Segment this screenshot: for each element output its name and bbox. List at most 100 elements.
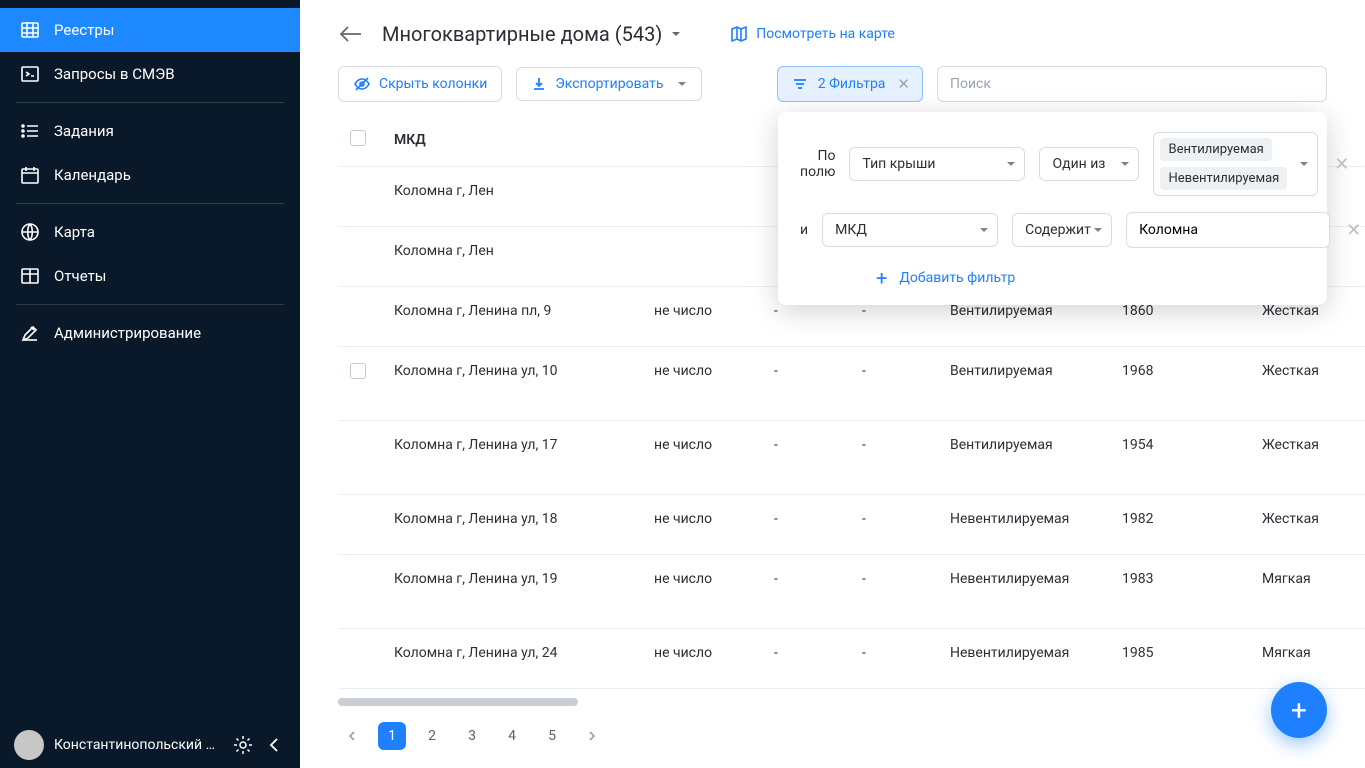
settings-icon[interactable] <box>232 734 254 756</box>
sidebar-item-registries[interactable]: Реестры <box>0 8 300 52</box>
export-label: Экспортировать <box>555 76 663 92</box>
clear-row-icon[interactable]: ✕ <box>1344 220 1363 241</box>
page-button[interactable]: 1 <box>378 722 406 750</box>
next-page-button[interactable] <box>578 722 606 750</box>
sidebar-item-label: Календарь <box>54 166 131 184</box>
and-label: и <box>800 222 808 238</box>
sidebar-footer: Константинопольский К. К. <box>0 722 300 768</box>
prev-page-button[interactable] <box>338 722 366 750</box>
divider <box>16 102 284 103</box>
sidebar-item-smev[interactable]: Запросы в СМЭВ <box>0 52 300 96</box>
search-input[interactable] <box>937 66 1327 102</box>
plus-icon: + <box>1291 694 1307 727</box>
title-dropdown[interactable] <box>670 28 682 40</box>
scrollbar-thumb[interactable] <box>338 698 578 706</box>
hide-columns-button[interactable]: Скрыть колонки <box>338 66 502 102</box>
add-filter-button[interactable]: + Добавить фильтр <box>876 268 1015 288</box>
filters-chip[interactable]: 2 Фильтра ✕ <box>777 66 923 102</box>
filter-chip[interactable]: Вентилируемая <box>1160 138 1271 161</box>
header: Многоквартирные дома (543) Посмотреть на… <box>300 0 1365 60</box>
back-button[interactable] <box>338 24 364 44</box>
avatar[interactable] <box>14 730 44 760</box>
export-button[interactable]: Экспортировать <box>516 67 702 101</box>
page-button[interactable]: 4 <box>498 722 526 750</box>
row-checkbox[interactable] <box>350 363 366 379</box>
page-button[interactable]: 2 <box>418 722 446 750</box>
globe-icon <box>20 222 40 242</box>
toolbar: Скрыть колонки Экспортировать 2 Фильтра … <box>300 60 1365 114</box>
horizontal-scrollbar[interactable] <box>338 698 1327 706</box>
collapse-icon[interactable] <box>264 734 286 756</box>
add-filter-label: Добавить фильтр <box>899 270 1015 286</box>
filter-chip[interactable]: Невентилируемая <box>1160 167 1287 190</box>
pen-icon <box>20 323 40 343</box>
hide-columns-label: Скрыть колонки <box>379 76 487 92</box>
chevron-down-icon <box>677 79 687 89</box>
sidebar-item-label: Запросы в СМЭВ <box>54 65 175 83</box>
select-all-checkbox[interactable] <box>350 130 366 146</box>
chevron-down-icon <box>1299 159 1309 169</box>
filter-op-value: Содержит <box>1025 222 1091 238</box>
filter-row-1: По полю Тип крыши Один из Вентилируемая … <box>800 132 1305 196</box>
by-field-label: По полю <box>800 148 835 180</box>
clear-filters-icon[interactable]: ✕ <box>895 75 912 93</box>
page-title: Многоквартирные дома (543) <box>382 22 682 46</box>
eye-off-icon <box>353 75 371 93</box>
main: Многоквартирные дома (543) Посмотреть на… <box>300 0 1365 768</box>
calendar-icon <box>20 165 40 185</box>
filter-icon <box>792 77 808 91</box>
sidebar-item-map[interactable]: Карта <box>0 210 300 254</box>
filter-op-select[interactable]: Один из <box>1039 147 1139 181</box>
filter-row-2: и МКД Содержит ✕ <box>800 212 1305 248</box>
filter-field-value: Тип крыши <box>862 156 935 172</box>
table-row[interactable]: Коломна г, Ленина ул, 10не число--Вентил… <box>338 346 1365 420</box>
view-on-map-link[interactable]: Посмотреть на карте <box>730 25 895 43</box>
filter-field-select[interactable]: Тип крыши <box>849 147 1025 181</box>
pagination: 1 2 3 4 5 <box>300 712 1365 768</box>
map-icon <box>730 25 748 43</box>
table-row[interactable]: Коломна г, Ленина ул, 18не число--Невент… <box>338 494 1365 554</box>
sidebar-nav: Реестры Запросы в СМЭВ Задания Календарь… <box>0 0 300 722</box>
add-fab[interactable]: + <box>1271 682 1327 738</box>
list-icon <box>20 121 40 141</box>
table-row[interactable]: Коломна г, Ленина ул, 17не число--Вентил… <box>338 420 1365 494</box>
column-header[interactable]: МКД <box>382 114 642 166</box>
table-row[interactable]: Коломна г, Ленина ул, 24не число--Невент… <box>338 628 1365 688</box>
sidebar-item-label: Карта <box>54 223 95 241</box>
filter-value-chips[interactable]: Вентилируемая Невентилируемая <box>1153 132 1318 196</box>
view-on-map-label: Посмотреть на карте <box>756 26 895 42</box>
chevron-down-icon <box>1006 159 1016 169</box>
filter-value-input[interactable] <box>1126 212 1330 248</box>
page-button[interactable]: 5 <box>538 722 566 750</box>
column-header[interactable] <box>642 114 762 166</box>
sidebar-item-label: Реестры <box>54 21 114 39</box>
filter-field-select[interactable]: МКД <box>822 213 998 247</box>
filter-panel: По полю Тип крыши Один из Вентилируемая … <box>778 112 1327 305</box>
chevron-down-icon <box>1120 159 1130 169</box>
sidebar-item-calendar[interactable]: Календарь <box>0 153 300 197</box>
terminal-icon <box>20 64 40 84</box>
sidebar-item-tasks[interactable]: Задания <box>0 109 300 153</box>
sidebar: Реестры Запросы в СМЭВ Задания Календарь… <box>0 0 300 768</box>
table-icon <box>20 266 40 286</box>
chevron-down-icon <box>979 225 989 235</box>
page-title-text: Многоквартирные дома (543) <box>382 22 662 46</box>
filter-op-value: Один из <box>1052 156 1105 172</box>
sidebar-item-label: Отчеты <box>54 267 106 285</box>
page-button[interactable]: 3 <box>458 722 486 750</box>
clear-row-icon[interactable]: ✕ <box>1332 154 1351 175</box>
filters-label: 2 Фильтра <box>818 76 886 92</box>
sidebar-item-reports[interactable]: Отчеты <box>0 254 300 298</box>
grid-icon <box>20 20 40 40</box>
sidebar-item-admin[interactable]: Администрирование <box>0 311 300 355</box>
divider <box>16 203 284 204</box>
sidebar-item-label: Администрирование <box>54 324 201 342</box>
divider <box>16 304 284 305</box>
plus-icon: + <box>876 268 887 288</box>
sidebar-item-label: Задания <box>54 122 114 140</box>
download-icon <box>531 76 547 92</box>
username: Константинопольский К. К. <box>54 737 222 753</box>
filter-field-value: МКД <box>835 222 867 238</box>
filter-op-select[interactable]: Содержит <box>1012 213 1112 247</box>
table-row[interactable]: Коломна г, Ленина ул, 19не число--Невент… <box>338 554 1365 628</box>
